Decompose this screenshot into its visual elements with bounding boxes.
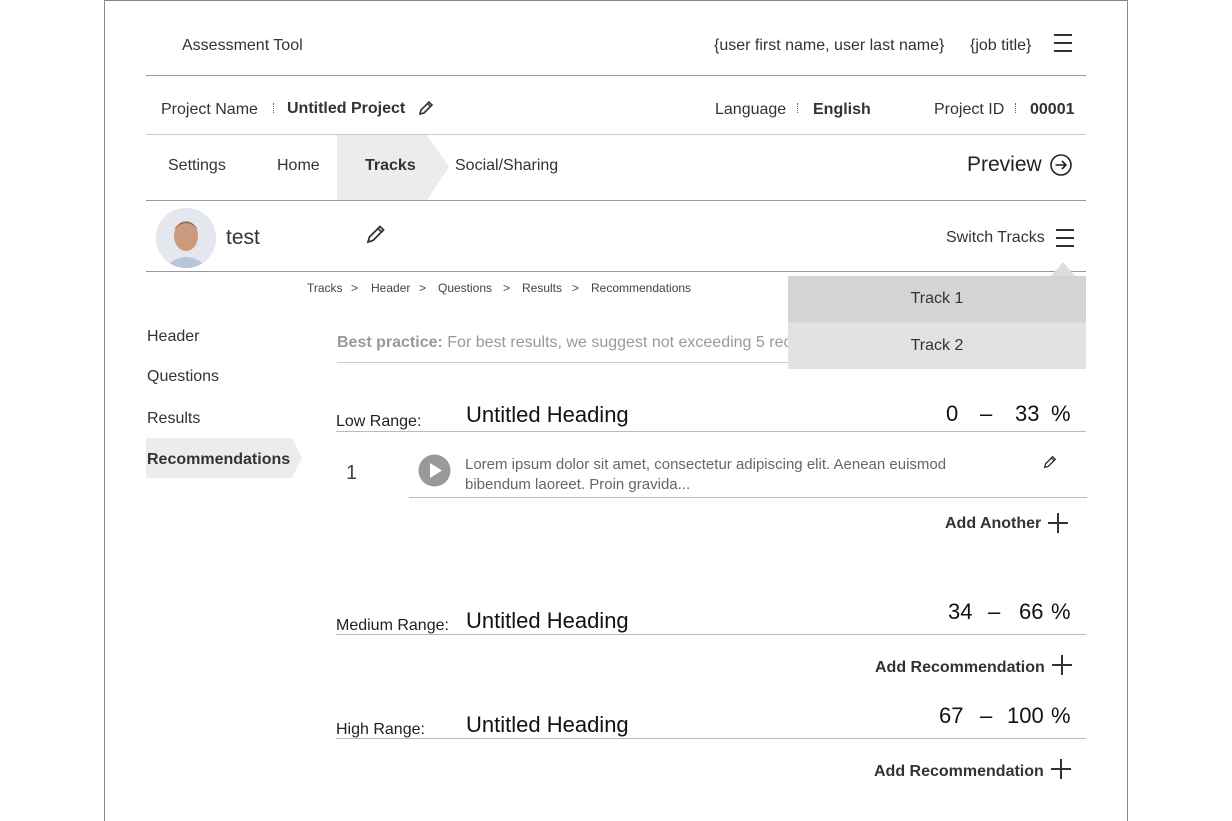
high-range-divider (336, 738, 1086, 739)
best-practice-divider (337, 362, 788, 363)
avatar (156, 208, 216, 268)
plus-icon[interactable] (1048, 513, 1068, 533)
breadcrumb-separator: > (419, 281, 427, 295)
arrow-right-circle-icon[interactable] (1049, 153, 1073, 177)
app-title: Assessment Tool (182, 37, 303, 54)
switch-tracks-dropdown: Track 1 Track 2 (788, 276, 1086, 369)
low-range-heading[interactable]: Untitled Heading (466, 402, 629, 428)
best-practice-text: For best results, we suggest not exceedi… (447, 334, 788, 351)
project-id-label: Project ID (934, 101, 1005, 118)
header-divider (146, 75, 1086, 76)
recommendation-text-line: bibendum laoreet. Proin gravida... (465, 476, 691, 493)
high-range-heading[interactable]: Untitled Heading (466, 712, 629, 738)
recommendation-number: 1 (346, 462, 358, 484)
low-range-dash: – (980, 401, 993, 426)
sidebar-item-header[interactable]: Header (147, 328, 199, 346)
medium-range-heading[interactable]: Untitled Heading (466, 608, 629, 634)
track-divider (146, 271, 1086, 272)
breadcrumb-item-recommendations[interactable]: Recommendations (591, 281, 691, 295)
language-label: Language (715, 101, 787, 118)
person-avatar-icon (156, 208, 216, 268)
tab-settings[interactable]: Settings (168, 157, 226, 175)
medium-range-unit: % (1051, 599, 1071, 624)
tab-tracks[interactable]: Tracks (365, 157, 416, 175)
low-range-from[interactable]: 0 (946, 401, 958, 427)
medium-range-dash: – (988, 599, 1001, 624)
dropdown-caret (1051, 262, 1075, 276)
tab-home[interactable]: Home (277, 157, 320, 175)
job-title: {job title} (970, 37, 1032, 54)
sidebar-item-recommendations[interactable]: Recommendations (147, 451, 290, 469)
recommendation-text: Lorem ipsum dolor sit amet, consectetur … (465, 455, 946, 495)
high-range-unit: % (1051, 703, 1071, 728)
play-icon[interactable] (418, 454, 451, 487)
dropdown-item-track-2[interactable]: Track 2 (788, 323, 1086, 369)
low-range-to[interactable]: 33 (1015, 401, 1039, 427)
breadcrumb-item-results[interactable]: Results (522, 281, 562, 295)
sidebar-item-results[interactable]: Results (147, 410, 200, 428)
breadcrumb-item-questions[interactable]: Questions (438, 281, 492, 295)
breadcrumb-item-header[interactable]: Header (371, 281, 410, 295)
preview-button[interactable]: Preview (967, 153, 1042, 177)
high-range-to[interactable]: 100 (1007, 703, 1044, 729)
high-range-dash: – (980, 703, 993, 728)
low-range-label: Low Range: (336, 413, 422, 430)
breadcrumb-separator: > (351, 281, 359, 295)
medium-range-label: Medium Range: (336, 617, 449, 634)
sidebar-item-questions[interactable]: Questions (147, 368, 219, 386)
tracks-tab-arrow (427, 135, 449, 200)
language-value[interactable]: English (813, 101, 871, 119)
switch-tracks-menu-icon[interactable] (1056, 229, 1074, 253)
project-name-value[interactable]: Untitled Project (287, 100, 405, 118)
add-recommendation-button[interactable]: Add Recommendation (875, 659, 1045, 677)
edit-recommendation-icon[interactable] (1043, 455, 1057, 469)
project-name-label: Project Name (161, 101, 258, 118)
project-id-value: 00001 (1030, 101, 1075, 118)
medium-range-to[interactable]: 66 (1019, 599, 1043, 625)
breadcrumb-item-tracks[interactable]: Tracks (307, 281, 343, 295)
add-recommendation-button[interactable]: Add Recommendation (874, 763, 1044, 781)
medium-range-divider (336, 634, 1086, 635)
sidebar-active-arrow (292, 438, 302, 478)
best-practice-label: Best practice: (337, 334, 443, 351)
breadcrumb-separator: > (572, 281, 580, 295)
high-range-from[interactable]: 67 (939, 703, 963, 729)
low-range-unit: % (1051, 401, 1071, 426)
medium-range-from[interactable]: 34 (948, 599, 972, 625)
breadcrumb-separator: > (503, 281, 511, 295)
dropdown-item-track-1[interactable]: Track 1 (788, 276, 1086, 322)
best-practice-note: Best practice: For best results, we sugg… (337, 334, 788, 352)
tab-social-sharing[interactable]: Social/Sharing (455, 157, 558, 175)
nav-divider (146, 200, 1086, 201)
high-range-label: High Range: (336, 721, 425, 738)
project-id-separator (1015, 103, 1016, 113)
project-divider (146, 134, 1086, 135)
user-name[interactable]: {user first name, user last name} (714, 37, 944, 55)
language-separator (797, 103, 798, 113)
track-name[interactable]: test (226, 226, 260, 250)
edit-track-name-icon[interactable] (366, 224, 386, 244)
project-name-separator (273, 103, 274, 113)
low-range-divider (336, 431, 1086, 432)
recommendation-text-line: Lorem ipsum dolor sit amet, consectetur … (465, 456, 947, 473)
main-menu-icon[interactable] (1054, 34, 1072, 58)
plus-icon[interactable] (1052, 655, 1072, 675)
add-another-button[interactable]: Add Another (945, 515, 1041, 533)
edit-project-name-icon[interactable] (418, 100, 434, 116)
switch-tracks-button[interactable]: Switch Tracks (946, 229, 1045, 247)
recommendation-divider (409, 497, 1087, 498)
plus-icon[interactable] (1051, 759, 1071, 779)
